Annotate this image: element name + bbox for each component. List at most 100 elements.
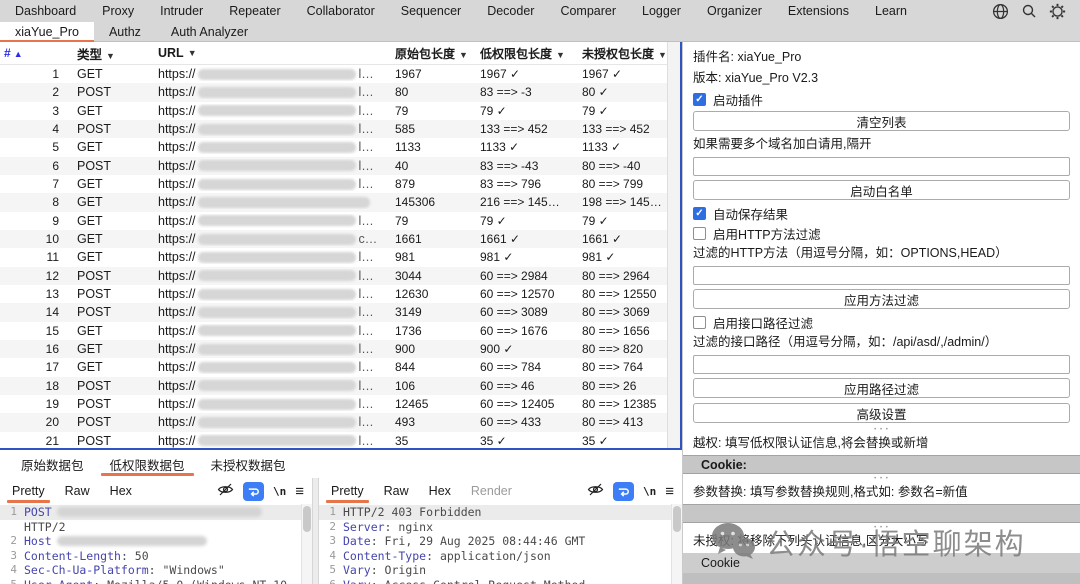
table-row[interactable]: 18POSThttps://l…10660 ==> 4680 ==> 26: [0, 377, 680, 395]
code-text: : Access-Control-Request-Method: [371, 578, 586, 584]
scrollbar-thumb[interactable]: [673, 506, 681, 532]
enable-plugin-checkbox[interactable]: ✓ 启动插件: [693, 89, 1070, 109]
code-text: : Fri, 29 Aug 2025 08:44:46 GMT: [371, 534, 586, 549]
packet-tab-0[interactable]: 原始数据包: [8, 450, 97, 478]
column-header-unauth-length[interactable]: 未授权包长度▼: [582, 45, 680, 62]
table-row[interactable]: 14POSThttps://l…314960 ==> 308980 ==> 30…: [0, 303, 680, 321]
code-line: 5User-Agent: Mozilla/5.0 (Windows NT 10: [0, 578, 312, 584]
table-row[interactable]: 8GEThttps://145306216 ==> 145…198 ==> 14…: [0, 193, 680, 211]
menu-item-proxy[interactable]: Proxy: [89, 4, 147, 18]
column-header-index[interactable]: #▲: [0, 46, 68, 60]
response-tab-pretty[interactable]: Pretty: [321, 478, 374, 504]
param-replace-row[interactable]: [683, 504, 1080, 523]
menu-item-dashboard[interactable]: Dashboard: [2, 4, 89, 18]
menu-item-sequencer[interactable]: Sequencer: [388, 4, 474, 18]
extension-tab-auth-analyzer[interactable]: Auth Analyzer: [156, 22, 263, 42]
request-tab-raw[interactable]: Raw: [55, 478, 100, 504]
table-row[interactable]: 16GEThttps://l…900900 ✓80 ==> 820: [0, 340, 680, 358]
packet-tab-2[interactable]: 未授权数据包: [198, 450, 299, 478]
search-icon[interactable]: [1021, 3, 1037, 19]
start-whitelist-button[interactable]: 启动白名单: [693, 180, 1070, 200]
table-row[interactable]: 9GEThttps://l…7979 ✓79 ✓: [0, 212, 680, 230]
globe-icon[interactable]: [992, 3, 1009, 20]
editor-menu-icon[interactable]: ≡: [665, 483, 674, 500]
table-row[interactable]: 12POSThttps://l…304460 ==> 298480 ==> 29…: [0, 267, 680, 285]
menu-item-comparer[interactable]: Comparer: [547, 4, 629, 18]
extension-tab-xiayue_pro[interactable]: xiaYue_Pro: [0, 22, 94, 42]
settings-icon[interactable]: [1049, 3, 1066, 20]
table-row[interactable]: 13POSThttps://l…1263060 ==> 1257080 ==> …: [0, 285, 680, 303]
table-row[interactable]: 1GEThttps://l…19671967 ✓1967 ✓: [0, 65, 680, 83]
table-scrollbar[interactable]: [667, 42, 680, 448]
advanced-settings-button[interactable]: 高级设置: [693, 403, 1070, 423]
newline-icon[interactable]: \n: [273, 485, 286, 498]
request-editor-scrollbar[interactable]: [301, 504, 312, 584]
request-tab-hex[interactable]: Hex: [100, 478, 142, 504]
column-header-lowpriv-length[interactable]: 低权限包长度▼: [480, 45, 582, 62]
cell-unauth-length: 1661 ✓: [582, 232, 680, 246]
column-header-type[interactable]: 类型▼: [68, 44, 158, 63]
table-row[interactable]: 3GEThttps://l…7979 ✓79 ✓: [0, 102, 680, 120]
table-row[interactable]: 6POSThttps://l…4083 ==> -4380 ==> -40: [0, 157, 680, 175]
menu-item-repeater[interactable]: Repeater: [216, 4, 293, 18]
table-row[interactable]: 7GEThttps://l…87983 ==> 79680 ==> 799: [0, 175, 680, 193]
splitter-handle[interactable]: [693, 426, 1070, 433]
menu-item-learn[interactable]: Learn: [862, 4, 920, 18]
column-header-url[interactable]: URL▼: [158, 46, 395, 60]
table-row[interactable]: 21POSThttps://l…3535 ✓35 ✓: [0, 432, 680, 448]
filter-icon[interactable]: ▼: [556, 50, 565, 60]
table-row[interactable]: 10GEThttps://c…16611661 ✓1661 ✓: [0, 230, 680, 248]
table-row[interactable]: 19POSThttps://l…1246560 ==> 1240580 ==> …: [0, 395, 680, 413]
menu-item-intruder[interactable]: Intruder: [147, 4, 216, 18]
filter-icon[interactable]: ▼: [106, 51, 115, 61]
response-editor-scrollbar[interactable]: [671, 504, 682, 584]
request-editor: PrettyRawHex \n ≡ 1POSTHTTP/22Host3Content-…: [0, 478, 312, 584]
menu-item-collaborator[interactable]: Collaborator: [294, 4, 388, 18]
newline-icon[interactable]: \n: [643, 485, 656, 498]
request-editor-body[interactable]: 1POSTHTTP/22Host3Content-Length: 504Sec-…: [0, 504, 312, 584]
column-header-original-length[interactable]: 原始包长度▼: [395, 45, 480, 62]
hide-eye-icon[interactable]: [587, 482, 604, 500]
scrollbar-thumb[interactable]: [303, 506, 311, 532]
enable-path-filter-checkbox[interactable]: 启用接口路径过滤: [693, 312, 1070, 332]
method-filter-input[interactable]: [693, 266, 1070, 285]
request-tab-pretty[interactable]: Pretty: [2, 478, 55, 504]
menu-item-extensions[interactable]: Extensions: [775, 4, 862, 18]
hide-eye-icon[interactable]: [217, 482, 234, 500]
filter-icon[interactable]: ▼: [658, 50, 667, 60]
response-tab-hex[interactable]: Hex: [419, 478, 461, 504]
clear-list-button[interactable]: 清空列表: [693, 111, 1070, 131]
extension-tab-authz[interactable]: Authz: [94, 22, 156, 42]
apply-method-filter-button[interactable]: 应用方法过滤: [693, 289, 1070, 309]
menu-item-organizer[interactable]: Organizer: [694, 4, 775, 18]
editor-split-handle[interactable]: [312, 478, 319, 584]
table-row[interactable]: 2POSThttps://l…8083 ==> -380 ✓: [0, 83, 680, 101]
response-tab-render[interactable]: Render: [461, 478, 522, 504]
apply-path-filter-button[interactable]: 应用路径过滤: [693, 378, 1070, 398]
table-row[interactable]: 11GEThttps://l…981981 ✓981 ✓: [0, 248, 680, 266]
editor-menu-icon[interactable]: ≡: [295, 483, 304, 500]
packet-tab-1[interactable]: 低权限数据包: [97, 450, 198, 478]
whitelist-input[interactable]: [693, 157, 1070, 176]
table-row[interactable]: 15GEThttps://l…173660 ==> 167680 ==> 165…: [0, 322, 680, 340]
enable-method-filter-checkbox[interactable]: 启用HTTP方法过滤: [693, 223, 1070, 243]
response-tab-raw[interactable]: Raw: [374, 478, 419, 504]
path-filter-input[interactable]: [693, 355, 1070, 374]
response-editor-body[interactable]: 1HTTP/2 403 Forbidden2Server: nginx3Date…: [319, 504, 682, 584]
table-row[interactable]: 5GEThttps://l…11331133 ✓1133 ✓: [0, 138, 680, 156]
filter-icon[interactable]: ▼: [188, 48, 197, 58]
splitter-handle[interactable]: [693, 524, 1070, 531]
table-row[interactable]: 4POSThttps://l…585133 ==> 452133 ==> 452: [0, 120, 680, 138]
menu-item-decoder[interactable]: Decoder: [474, 4, 547, 18]
privesc-cookie-row[interactable]: Cookie:: [683, 455, 1080, 474]
url-truncated-tail: l…: [359, 324, 374, 338]
table-row[interactable]: 20POSThttps://l…49360 ==> 43380 ==> 413: [0, 413, 680, 431]
filter-icon[interactable]: ▼: [459, 50, 468, 60]
autosave-checkbox[interactable]: ✓ 自动保存结果: [693, 203, 1070, 223]
menu-item-logger[interactable]: Logger: [629, 4, 694, 18]
wrap-lines-icon[interactable]: [613, 482, 634, 501]
unauth-cookie-row[interactable]: Cookie: [683, 553, 1080, 573]
wrap-lines-icon[interactable]: [243, 482, 264, 501]
table-row[interactable]: 17GEThttps://l…84460 ==> 78480 ==> 764: [0, 358, 680, 376]
splitter-handle[interactable]: [693, 475, 1070, 482]
